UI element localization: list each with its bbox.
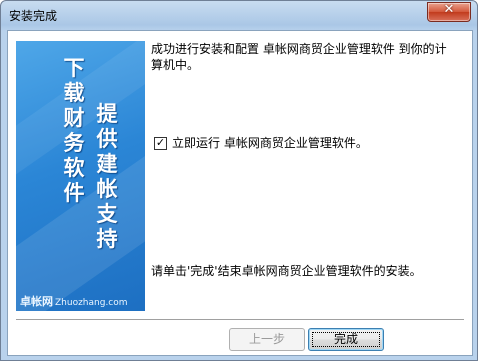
banner-char: 支 (96, 202, 118, 226)
focus-rect (312, 332, 380, 347)
banner-char: 软 (63, 156, 85, 180)
banner-slogan-support: 提 供 建 帐 支 持 (94, 102, 120, 252)
banner-slogan-download: 下 载 财 务 软 件 (61, 56, 87, 206)
banner-char: 件 (63, 181, 85, 205)
banner-char: 提 (96, 102, 118, 126)
finish-hint: 请单击'完成'结束卓帐网商贸企业管理软件的安装。 (151, 264, 422, 278)
banner-char: 帐 (96, 177, 118, 201)
back-button[interactable]: 上一步 (229, 328, 305, 351)
completion-message: 成功进行安装和配置 卓帐网商贸企业管理软件 到你的计算机中。 (151, 42, 447, 72)
banner-char: 供 (96, 127, 118, 151)
checkmark-icon: ✓ (155, 136, 166, 149)
banner-char: 持 (96, 227, 118, 251)
run-now-checkbox[interactable]: ✓ (154, 136, 167, 150)
banner-char: 建 (96, 152, 118, 176)
installer-window: 安装完成 ✕ 下 载 财 务 软 件 提 供 建 帐 支 持 卓帐网 Zhuoz… (0, 0, 478, 361)
banner-char: 财 (63, 106, 85, 130)
banner-char: 载 (63, 81, 85, 105)
run-now-label[interactable]: 立即运行 卓帐网商贸企业管理软件。 (172, 135, 368, 151)
logo-url: Zhuozhang.com (55, 298, 128, 308)
window-title: 安装完成 (9, 9, 58, 23)
finish-button[interactable]: 完成 (308, 328, 384, 351)
close-button[interactable]: ✕ (427, 2, 471, 22)
footer-divider (16, 319, 464, 321)
dialog-body: 下 载 财 务 软 件 提 供 建 帐 支 持 卓帐网 Zhuozhang.com… (7, 30, 473, 356)
banner-char: 下 (63, 56, 85, 80)
side-banner: 下 载 财 务 软 件 提 供 建 帐 支 持 卓帐网 Zhuozhang.com (16, 41, 145, 311)
title-bar[interactable]: 安装完成 ✕ (1, 1, 477, 30)
close-icon: ✕ (443, 2, 455, 17)
banner-logo: 卓帐网 Zhuozhang.com (20, 293, 128, 309)
banner-char: 务 (63, 131, 85, 155)
logo-text: 卓帐网 (20, 295, 53, 308)
